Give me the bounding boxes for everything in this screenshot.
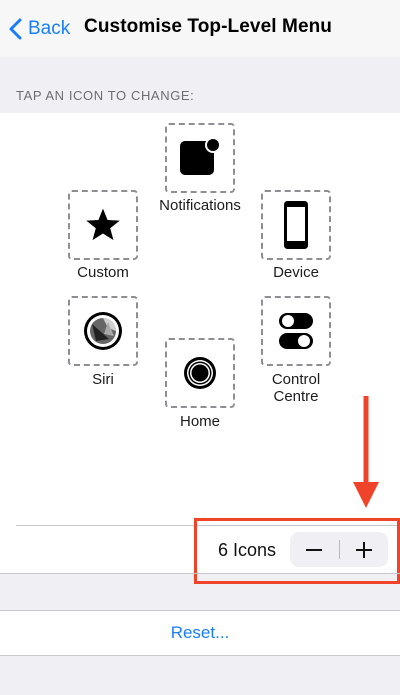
chevron-left-icon [9, 18, 22, 40]
home-label: Home [179, 413, 220, 430]
home-button-icon [184, 357, 216, 389]
siri-label: Siri [92, 371, 114, 388]
notifications-tile[interactable] [165, 123, 235, 193]
page-title: Customise Top-Level Menu [84, 16, 333, 37]
reset-button[interactable]: Reset... [0, 610, 400, 656]
section-bottom-divider [0, 573, 400, 574]
custom-tile[interactable] [68, 190, 138, 260]
star-icon [86, 208, 120, 241]
notifications-icon [180, 137, 221, 175]
siri-tile[interactable] [68, 296, 138, 366]
device-label: Device [273, 264, 319, 281]
back-button[interactable]: Back [8, 14, 70, 44]
control-centre-label: Control Centre [246, 371, 346, 405]
annotation-arrow-icon [353, 396, 379, 508]
device-tile[interactable] [261, 190, 331, 260]
control-centre-label-line1: Control [271, 371, 321, 388]
navigation-bar: Back Customise Top-Level Menu [0, 0, 400, 57]
notifications-label: Notifications [159, 197, 241, 214]
home-tile[interactable] [165, 338, 235, 408]
toggles-icon [279, 313, 313, 349]
section-header: TAP AN ICON TO CHANGE: [16, 88, 195, 103]
control-centre-tile[interactable] [261, 296, 331, 366]
custom-label: Custom [77, 264, 129, 281]
control-centre-label-line2: Centre [273, 388, 319, 405]
iphone-icon [284, 201, 308, 249]
back-label: Back [28, 18, 71, 39]
annotation-highlight-box [194, 518, 400, 584]
siri-icon [84, 312, 122, 350]
